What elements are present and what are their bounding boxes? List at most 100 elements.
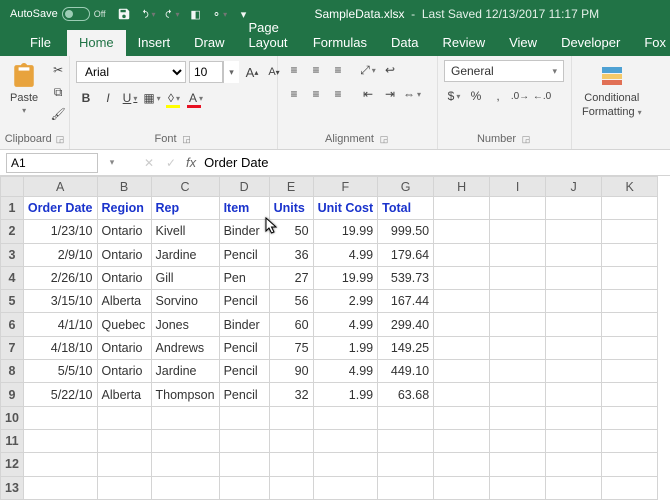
enter-formula-icon[interactable]: ✓ (160, 156, 182, 170)
cell[interactable] (602, 406, 658, 429)
tab-review[interactable]: Review (430, 30, 497, 56)
cell[interactable]: 2/9/10 (23, 243, 97, 266)
font-name-select[interactable]: Arial (76, 61, 186, 83)
redo-icon[interactable] (164, 6, 180, 22)
name-box[interactable] (6, 153, 98, 173)
cell[interactable]: Pencil (219, 243, 269, 266)
cell[interactable] (434, 243, 490, 266)
cell[interactable]: 1.99 (313, 383, 378, 406)
borders-button[interactable]: ▦ (142, 88, 162, 108)
align-top-icon[interactable]: ≡ (284, 60, 304, 80)
cell[interactable]: Total (378, 197, 434, 220)
cell[interactable] (602, 197, 658, 220)
formula-input[interactable] (200, 153, 670, 173)
cell[interactable] (490, 243, 546, 266)
row-header[interactable]: 10 (1, 406, 24, 429)
accounting-format-icon[interactable]: $ (444, 86, 464, 106)
cell[interactable] (219, 476, 269, 499)
cell[interactable] (546, 290, 602, 313)
cell[interactable] (546, 243, 602, 266)
cell[interactable] (602, 266, 658, 289)
row-header[interactable]: 7 (1, 336, 24, 359)
cell[interactable] (434, 476, 490, 499)
cell[interactable] (269, 453, 313, 476)
cell[interactable]: Order Date (23, 197, 97, 220)
tab-foxit[interactable]: Fox (632, 30, 670, 56)
row-header[interactable]: 1 (1, 197, 24, 220)
cell[interactable] (602, 429, 658, 452)
number-format-select[interactable]: General▾ (444, 60, 564, 82)
cell[interactable]: 2.99 (313, 290, 378, 313)
cell[interactable]: 4/1/10 (23, 313, 97, 336)
cell[interactable] (434, 360, 490, 383)
cell[interactable] (490, 383, 546, 406)
alignment-dialog-icon[interactable]: ◲ (378, 133, 390, 145)
column-header[interactable]: J (546, 177, 602, 197)
row-header[interactable]: 5 (1, 290, 24, 313)
cell[interactable] (490, 476, 546, 499)
cell[interactable]: 27 (269, 266, 313, 289)
increase-font-icon[interactable]: A▴ (242, 62, 262, 82)
qat-icon-2[interactable]: ⚬ (212, 6, 228, 22)
cell[interactable]: 999.50 (378, 220, 434, 243)
cell[interactable] (490, 313, 546, 336)
tab-draw[interactable]: Draw (182, 30, 236, 56)
cell[interactable]: 4.99 (313, 243, 378, 266)
row-header[interactable]: 12 (1, 453, 24, 476)
cell[interactable] (602, 243, 658, 266)
cell[interactable] (269, 429, 313, 452)
decrease-decimal-icon[interactable]: ←.0 (532, 86, 552, 106)
column-header[interactable]: G (378, 177, 434, 197)
cell[interactable]: Jones (151, 313, 219, 336)
fill-color-button[interactable]: ◊ (164, 88, 184, 108)
cell[interactable] (378, 429, 434, 452)
cell[interactable] (602, 313, 658, 336)
cell[interactable]: Ontario (97, 220, 151, 243)
cell[interactable]: 449.10 (378, 360, 434, 383)
cell[interactable] (602, 290, 658, 313)
column-header[interactable]: F (313, 177, 378, 197)
qat-icon-1[interactable]: ◧ (188, 6, 204, 22)
conditional-formatting-button[interactable]: Conditional Formatting ▾ (578, 60, 646, 120)
row-header[interactable]: 8 (1, 360, 24, 383)
cell[interactable] (490, 360, 546, 383)
cell[interactable] (490, 406, 546, 429)
cell[interactable] (434, 197, 490, 220)
cell[interactable]: Alberta (97, 383, 151, 406)
cell[interactable] (434, 313, 490, 336)
increase-decimal-icon[interactable]: .0→ (510, 86, 530, 106)
cell[interactable] (490, 336, 546, 359)
font-dialog-icon[interactable]: ◲ (181, 133, 193, 145)
tab-developer[interactable]: Developer (549, 30, 632, 56)
cell[interactable] (151, 476, 219, 499)
comma-format-icon[interactable]: , (488, 86, 508, 106)
cell[interactable] (602, 220, 658, 243)
cell[interactable] (546, 266, 602, 289)
row-header[interactable]: 6 (1, 313, 24, 336)
cell[interactable] (546, 360, 602, 383)
worksheet-grid[interactable]: ABCDEFGHIJK 1Order DateRegionRepItemUnit… (0, 176, 670, 500)
cell[interactable] (434, 336, 490, 359)
cell[interactable] (151, 453, 219, 476)
cell[interactable] (219, 406, 269, 429)
undo-icon[interactable] (140, 6, 156, 22)
cell[interactable]: 19.99 (313, 266, 378, 289)
cell[interactable] (490, 453, 546, 476)
underline-button[interactable]: U (120, 88, 140, 108)
cell[interactable] (434, 290, 490, 313)
cancel-formula-icon[interactable]: ✕ (138, 156, 160, 170)
cell[interactable]: 63.68 (378, 383, 434, 406)
cell[interactable] (546, 476, 602, 499)
wrap-text-icon[interactable]: ↩ (380, 60, 400, 80)
cell[interactable]: 3/15/10 (23, 290, 97, 313)
row-header[interactable]: 9 (1, 383, 24, 406)
cell[interactable] (378, 453, 434, 476)
cell[interactable] (546, 453, 602, 476)
cell[interactable] (97, 453, 151, 476)
cell[interactable]: Pencil (219, 336, 269, 359)
align-right-icon[interactable]: ≡ (328, 84, 348, 104)
cell[interactable]: 90 (269, 360, 313, 383)
cell[interactable] (490, 266, 546, 289)
tab-home[interactable]: Home (67, 30, 126, 56)
cell[interactable]: 1.99 (313, 336, 378, 359)
